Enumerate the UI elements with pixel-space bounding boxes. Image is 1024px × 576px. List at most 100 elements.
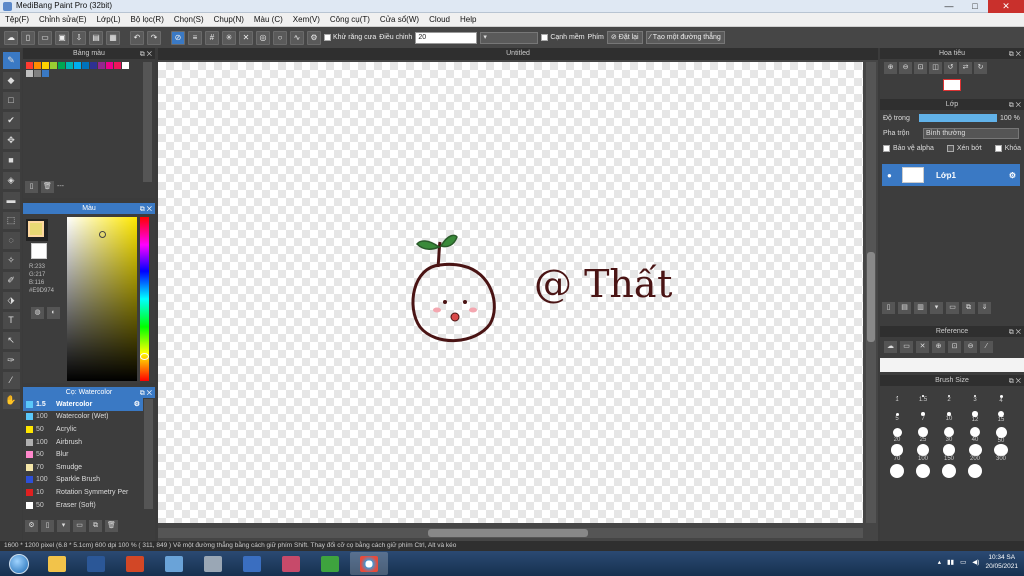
- pen-tool-icon[interactable]: ✔: [2, 112, 20, 129]
- select-pen-icon[interactable]: ✐: [2, 272, 20, 289]
- brush-delete-icon[interactable]: 🗑: [105, 520, 118, 532]
- new-file-icon[interactable]: ▯: [21, 30, 35, 45]
- soft-edge-toggle[interactable]: Cạnh mềm: [541, 34, 585, 41]
- no-snap-icon[interactable]: ⊘: [171, 30, 185, 45]
- save-icon[interactable]: ▣: [55, 30, 69, 45]
- brush-item[interactable]: 1.5 Watercolor ⚙: [23, 398, 143, 411]
- brush-size-option[interactable]: 40: [962, 426, 988, 444]
- taskbar-word[interactable]: [77, 552, 115, 575]
- color-swatch[interactable]: [98, 62, 105, 69]
- network-icon[interactable]: ▮▮: [947, 558, 954, 566]
- brush-size-option[interactable]: 150: [936, 444, 962, 462]
- clock[interactable]: 10:34 SA 20/05/2021: [985, 553, 1018, 571]
- dot-tool-icon[interactable]: □: [2, 92, 20, 109]
- brush-size-option[interactable]: 5: [884, 408, 910, 426]
- taskbar-powerpoint[interactable]: [116, 552, 154, 575]
- protect-alpha-checkbox[interactable]: [883, 144, 890, 152]
- color-swatch[interactable]: [26, 70, 33, 77]
- parallel-snap-icon[interactable]: ≡: [188, 30, 202, 45]
- brush-folder-icon[interactable]: ▭: [73, 520, 86, 532]
- navigator-preview[interactable]: [943, 79, 961, 91]
- straight-line-button[interactable]: ⁄ Tạo một đường thẳng: [645, 31, 725, 44]
- saturation-value-picker[interactable]: [67, 217, 137, 381]
- brush-size-option[interactable]: [936, 462, 962, 480]
- hue-slider[interactable]: [140, 217, 149, 381]
- panel-close-icon[interactable]: ⧉ ✕: [1009, 376, 1021, 387]
- zoom-out-icon[interactable]: ⊖: [899, 62, 912, 74]
- battery-icon[interactable]: ▭: [960, 558, 966, 566]
- brush-size-option[interactable]: 70: [884, 444, 910, 462]
- vanishing-snap-icon[interactable]: ✕: [239, 30, 253, 45]
- color-swatch[interactable]: [66, 62, 73, 69]
- menu-cloud[interactable]: Cloud: [424, 15, 455, 24]
- reference-fit-icon[interactable]: ⊡: [948, 341, 961, 353]
- volume-icon[interactable]: ◀): [972, 558, 979, 566]
- panel-close-icon[interactable]: ⧉ ✕: [140, 388, 152, 399]
- concentric-snap-icon[interactable]: ◎: [256, 30, 270, 45]
- correction-input[interactable]: 20: [415, 31, 478, 44]
- brush-size-option[interactable]: 300: [988, 444, 1014, 462]
- color-swatch[interactable]: [42, 62, 49, 69]
- hand-tool-icon[interactable]: ✋: [2, 392, 20, 409]
- layer-menu-icon[interactable]: ▾: [930, 302, 943, 314]
- brush-scrollbar[interactable]: [144, 399, 153, 509]
- snap-settings-icon[interactable]: ⚙: [307, 30, 321, 45]
- brush-item[interactable]: 100 Watercolor (Wet): [23, 411, 143, 424]
- antialias-checkbox[interactable]: [324, 34, 331, 41]
- duplicate-layer-icon[interactable]: ⧉: [962, 302, 975, 314]
- zoom-in-icon[interactable]: ⊕: [884, 62, 897, 74]
- radial-snap-icon[interactable]: ✳: [222, 30, 236, 45]
- actual-size-icon[interactable]: ◫: [929, 62, 942, 74]
- opacity-slider[interactable]: [919, 114, 997, 122]
- color-swatch[interactable]: [122, 62, 129, 69]
- reference-eyedropper-icon[interactable]: ⁄: [980, 341, 993, 353]
- reference-cloud-icon[interactable]: ☁: [884, 341, 897, 353]
- menu-select[interactable]: Chọn(S): [169, 15, 209, 24]
- select-eraser-icon[interactable]: ⬗: [2, 292, 20, 309]
- primary-color-swatch[interactable]: [28, 221, 44, 237]
- color-swatch[interactable]: [50, 62, 57, 69]
- eyedrop-color-icon[interactable]: ◐: [47, 307, 60, 319]
- color-swatch[interactable]: [82, 62, 89, 69]
- brush-size-option[interactable]: [884, 462, 910, 480]
- drawing-canvas[interactable]: @ Thất: [158, 62, 863, 523]
- reset-button[interactable]: ⊘ Đặt lại: [606, 31, 643, 44]
- panel-close-icon[interactable]: ⧉ ✕: [140, 204, 152, 215]
- vertical-scroll-thumb[interactable]: [867, 252, 875, 342]
- start-button[interactable]: [0, 551, 38, 576]
- layer-item[interactable]: ● Lớp1 ⚙: [882, 164, 1020, 186]
- reference-open-icon[interactable]: ▭: [900, 341, 913, 353]
- menu-file[interactable]: Tệp(F): [0, 15, 34, 24]
- swatch-new-icon[interactable]: ▯: [25, 181, 38, 193]
- taskbar-calculator[interactable]: [194, 552, 232, 575]
- brush-item[interactable]: 100 Sparkle Brush: [23, 474, 143, 487]
- menu-tools[interactable]: Công cụ(T): [325, 15, 375, 24]
- brush-size-option[interactable]: [910, 462, 936, 480]
- menu-layer[interactable]: Lớp(L): [92, 15, 126, 24]
- swatch-scrollbar[interactable]: [143, 62, 152, 182]
- brush-size-option[interactable]: 4: [988, 390, 1014, 408]
- flip-icon[interactable]: ⇄: [959, 62, 972, 74]
- brush-size-option[interactable]: 12: [962, 408, 988, 426]
- panel-close-icon[interactable]: ⧉ ✕: [1009, 327, 1021, 338]
- layer-settings-icon[interactable]: ⚙: [1009, 171, 1016, 180]
- brush-size-option[interactable]: [962, 462, 988, 480]
- close-button[interactable]: ✕: [988, 0, 1024, 13]
- reference-close-icon[interactable]: ✕: [916, 341, 929, 353]
- redo-icon[interactable]: ↷: [147, 30, 161, 45]
- menu-help[interactable]: Help: [455, 15, 481, 24]
- brush-size-option[interactable]: 2: [936, 390, 962, 408]
- taskbar-snipping[interactable]: [272, 552, 310, 575]
- circle-snap-icon[interactable]: ○: [273, 30, 287, 45]
- brush-add-icon[interactable]: ▯: [41, 520, 54, 532]
- menu-capture[interactable]: Chụp(N): [209, 15, 249, 24]
- color-swatch[interactable]: [34, 62, 41, 69]
- antialias-toggle[interactable]: Khử răng cưa: [324, 34, 376, 41]
- brush-size-option[interactable]: 7: [910, 408, 936, 426]
- brush-size-option[interactable]: 1: [884, 390, 910, 408]
- blend-mode-select[interactable]: Bình thường: [923, 127, 1019, 139]
- color-swatch[interactable]: [114, 62, 121, 69]
- brush-item[interactable]: 70 Smudge: [23, 461, 143, 474]
- brush-item[interactable]: 50 Acrylic: [23, 423, 143, 436]
- fit-icon[interactable]: ⊡: [914, 62, 927, 74]
